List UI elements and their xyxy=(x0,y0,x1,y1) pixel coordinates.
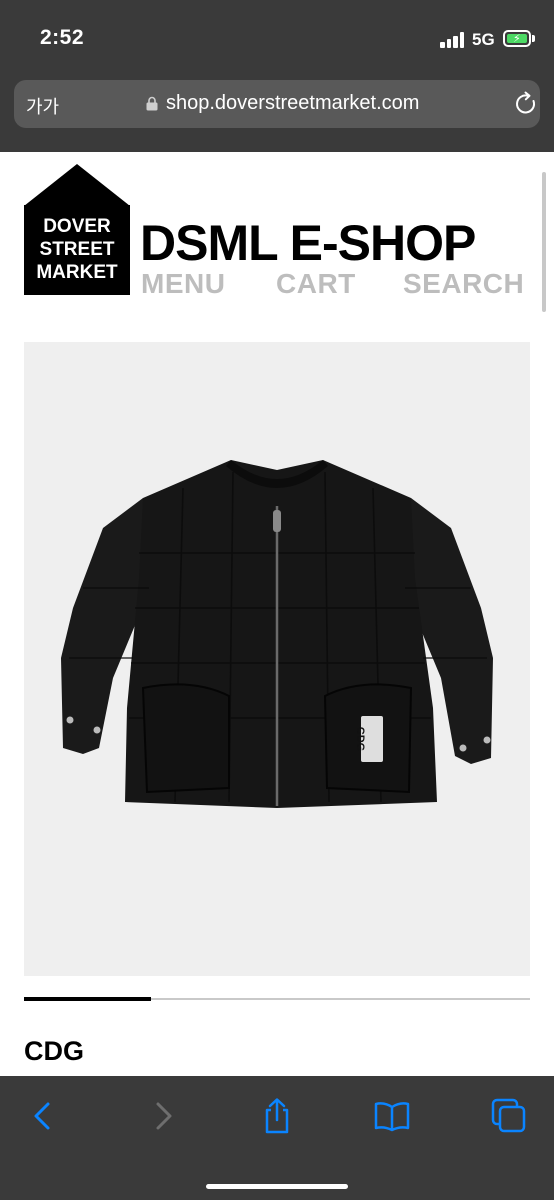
home-indicator[interactable] xyxy=(206,1184,348,1189)
product-brand: CDG xyxy=(24,1036,84,1066)
logo-roof xyxy=(24,164,130,206)
nav-search-link[interactable]: SEARCH xyxy=(403,268,524,300)
nav-cart-link[interactable]: CART xyxy=(276,268,356,300)
battery-level: ⚡ xyxy=(507,33,527,45)
logo-line-2: STREET xyxy=(39,239,115,260)
browser-toolbar xyxy=(0,1076,554,1200)
product-image[interactable]: CDG xyxy=(24,342,530,976)
text-size-button[interactable]: 가가 xyxy=(26,93,59,119)
lock-icon xyxy=(146,96,158,111)
nav-menu-link[interactable]: MENU xyxy=(141,268,225,300)
forward-icon[interactable] xyxy=(144,1098,180,1134)
logo-text-box: DOVER STREET MARKET xyxy=(24,205,130,295)
battery-cap xyxy=(532,35,535,42)
jacket-image: CDG xyxy=(61,460,493,808)
status-bar: 2:52 5G ⚡ xyxy=(0,0,554,76)
url-text[interactable]: shop.doverstreetmarket.com xyxy=(166,92,419,115)
reload-icon[interactable] xyxy=(513,91,539,117)
gallery-progress-track xyxy=(24,997,530,1001)
scroll-indicator[interactable] xyxy=(542,172,546,312)
logo-line-3: MARKET xyxy=(36,262,118,283)
web-page: DOVER STREET MARKET DSML E-SHOP MENU CAR… xyxy=(0,152,554,1076)
patch-label: CDG xyxy=(354,727,366,751)
bookmarks-icon[interactable] xyxy=(374,1098,410,1134)
battery-icon: ⚡ xyxy=(503,30,531,47)
dsm-logo[interactable]: DOVER STREET MARKET xyxy=(24,164,130,297)
back-icon[interactable] xyxy=(26,1098,62,1134)
logo-line-1: DOVER xyxy=(43,216,111,237)
gallery-progress-fill xyxy=(24,997,151,1001)
share-icon[interactable] xyxy=(259,1098,295,1134)
signal-icon xyxy=(440,32,466,48)
network-type: 5G xyxy=(472,30,495,49)
address-bar[interactable]: 가가 shop.doverstreetmarket.com xyxy=(14,80,540,128)
status-time: 2:52 xyxy=(40,26,85,49)
tabs-icon[interactable] xyxy=(491,1098,527,1134)
shop-title[interactable]: DSML E-SHOP xyxy=(140,216,476,270)
